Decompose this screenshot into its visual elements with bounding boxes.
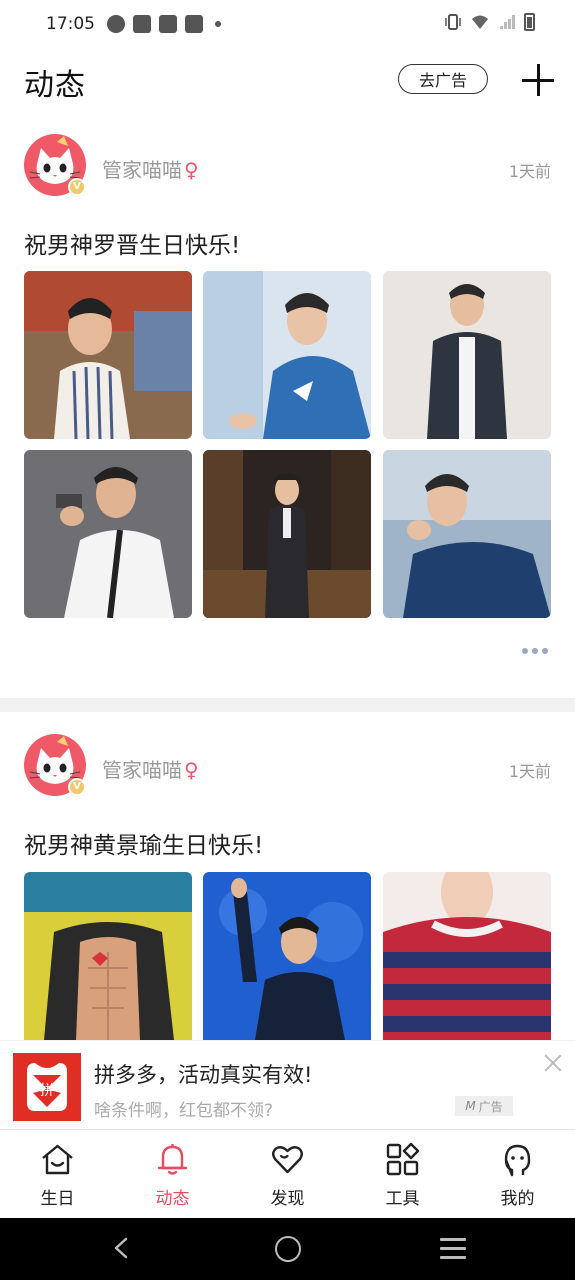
back-icon[interactable] [110, 1236, 134, 1260]
nav-label: 动态 [155, 1189, 190, 1209]
post-photo[interactable] [24, 450, 192, 618]
remove-ads-button[interactable]: 去广告 [398, 64, 488, 94]
post-photo[interactable] [24, 872, 192, 1040]
female-icon: ♀ [184, 158, 199, 182]
svg-text:拼: 拼 [40, 1083, 54, 1099]
post-card: V 管家喵喵 ♀ 1天前 祝男神黄景瑜生日快乐! [0, 712, 575, 1040]
more-dots-icon[interactable] [522, 646, 552, 656]
nav-label: 我的 [500, 1189, 535, 1209]
nav-item-birthday[interactable]: 生日 [0, 1130, 115, 1218]
bottom-nav: 生日 动态 发现 工具 我的 [0, 1130, 575, 1218]
post-username[interactable]: 管家喵喵 ♀ [102, 754, 199, 783]
ad-tag: M 广告 [455, 1096, 513, 1116]
battery-icon [524, 13, 535, 31]
post-photo[interactable] [383, 872, 551, 1040]
system-icons [444, 13, 535, 31]
nav-item-discover[interactable]: 发现 [230, 1130, 345, 1218]
post-card: V 管家喵喵 ♀ 1天前 祝男神罗晋生日快乐! [0, 112, 575, 698]
status-time: 17:05 [46, 14, 95, 34]
ad-subtitle: 啥条件啊，红包都不领? [94, 1101, 274, 1121]
page-title: 动态 [24, 68, 86, 103]
post-username[interactable]: 管家喵喵 ♀ [102, 154, 199, 183]
verified-badge-icon: V [68, 178, 86, 196]
nav-label: 发现 [270, 1189, 305, 1209]
post-text: 祝男神罗晋生日快乐! [24, 233, 241, 259]
app-header: 动态 去广告 [0, 48, 575, 112]
avatar[interactable]: V [24, 134, 86, 196]
signal-icon [500, 15, 515, 29]
recents-icon[interactable] [440, 1238, 466, 1260]
nav-item-tools[interactable]: 工具 [345, 1130, 460, 1218]
dot-icon [215, 21, 221, 27]
post-photo[interactable] [383, 271, 551, 439]
mail-icon [185, 15, 203, 33]
avatar[interactable]: V [24, 734, 86, 796]
post-photo[interactable] [203, 271, 371, 439]
notification-icons [107, 15, 221, 33]
post-photo[interactable] [383, 450, 551, 618]
plus-icon[interactable] [520, 62, 556, 98]
verified-badge-icon: V [68, 778, 86, 796]
vibrate-icon [445, 14, 461, 30]
clock-icon [107, 15, 125, 33]
heart-icon [272, 1146, 303, 1174]
ad-banner[interactable]: 拼 拼多多，活动真实有效! 啥条件啊，红包都不领? M 广告 [0, 1040, 575, 1130]
nav-label: 工具 [385, 1189, 420, 1209]
nav-label: 生日 [40, 1189, 75, 1209]
mail-icon [159, 15, 177, 33]
post-photo[interactable] [24, 271, 192, 439]
post-separator [0, 698, 575, 712]
pinduoduo-logo: 拼 [13, 1053, 81, 1121]
nav-item-feed[interactable]: 动态 [115, 1130, 230, 1218]
profile-face-icon [504, 1144, 531, 1177]
bell-icon [157, 1144, 188, 1175]
mail-icon [133, 15, 151, 33]
post-time: 1天前 [508, 762, 551, 781]
ad-title: 拼多多，活动真实有效! [94, 1063, 313, 1087]
post-time: 1天前 [508, 162, 551, 181]
female-icon: ♀ [184, 758, 199, 782]
close-icon[interactable] [543, 1053, 563, 1073]
post-text: 祝男神黄景瑜生日快乐! [24, 833, 264, 859]
post-photo[interactable] [203, 450, 371, 618]
system-nav-bar [0, 1218, 575, 1280]
house-icon [42, 1144, 73, 1175]
post-photo[interactable] [203, 872, 371, 1040]
grid-icon [386, 1142, 420, 1176]
wifi-icon [472, 15, 488, 29]
nav-item-mine[interactable]: 我的 [460, 1130, 575, 1218]
home-icon[interactable] [275, 1236, 301, 1262]
status-bar: 17:05 [0, 0, 575, 48]
